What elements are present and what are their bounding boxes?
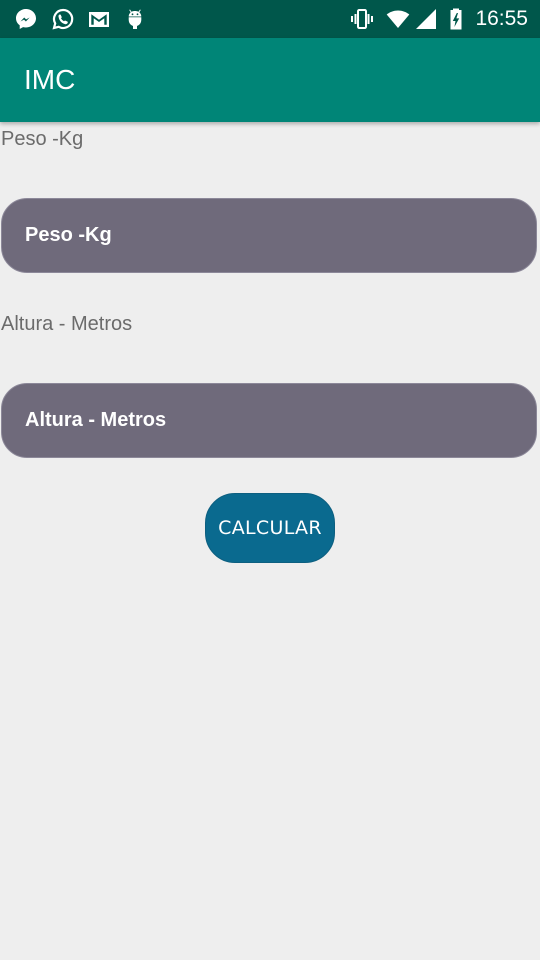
gmail-icon <box>87 7 111 31</box>
android-debug-icon <box>123 7 147 31</box>
wifi-icon <box>386 7 410 31</box>
battery-charging-icon <box>444 7 468 31</box>
app-bar: IMC <box>0 38 540 122</box>
app-title: IMC <box>24 64 76 95</box>
status-time: 16:55 <box>475 7 528 30</box>
cell-signal-icon <box>414 7 438 31</box>
calculate-button[interactable]: CALCULAR <box>205 493 335 563</box>
altura-input[interactable] <box>1 383 537 458</box>
peso-input[interactable] <box>1 198 537 273</box>
peso-label: Peso -Kg <box>1 128 84 150</box>
vibrate-icon <box>350 7 374 31</box>
whatsapp-icon <box>51 7 75 31</box>
messenger-icon <box>14 7 38 31</box>
status-bar: 16:55 <box>0 0 540 38</box>
altura-label: Altura - Metros <box>1 313 133 335</box>
